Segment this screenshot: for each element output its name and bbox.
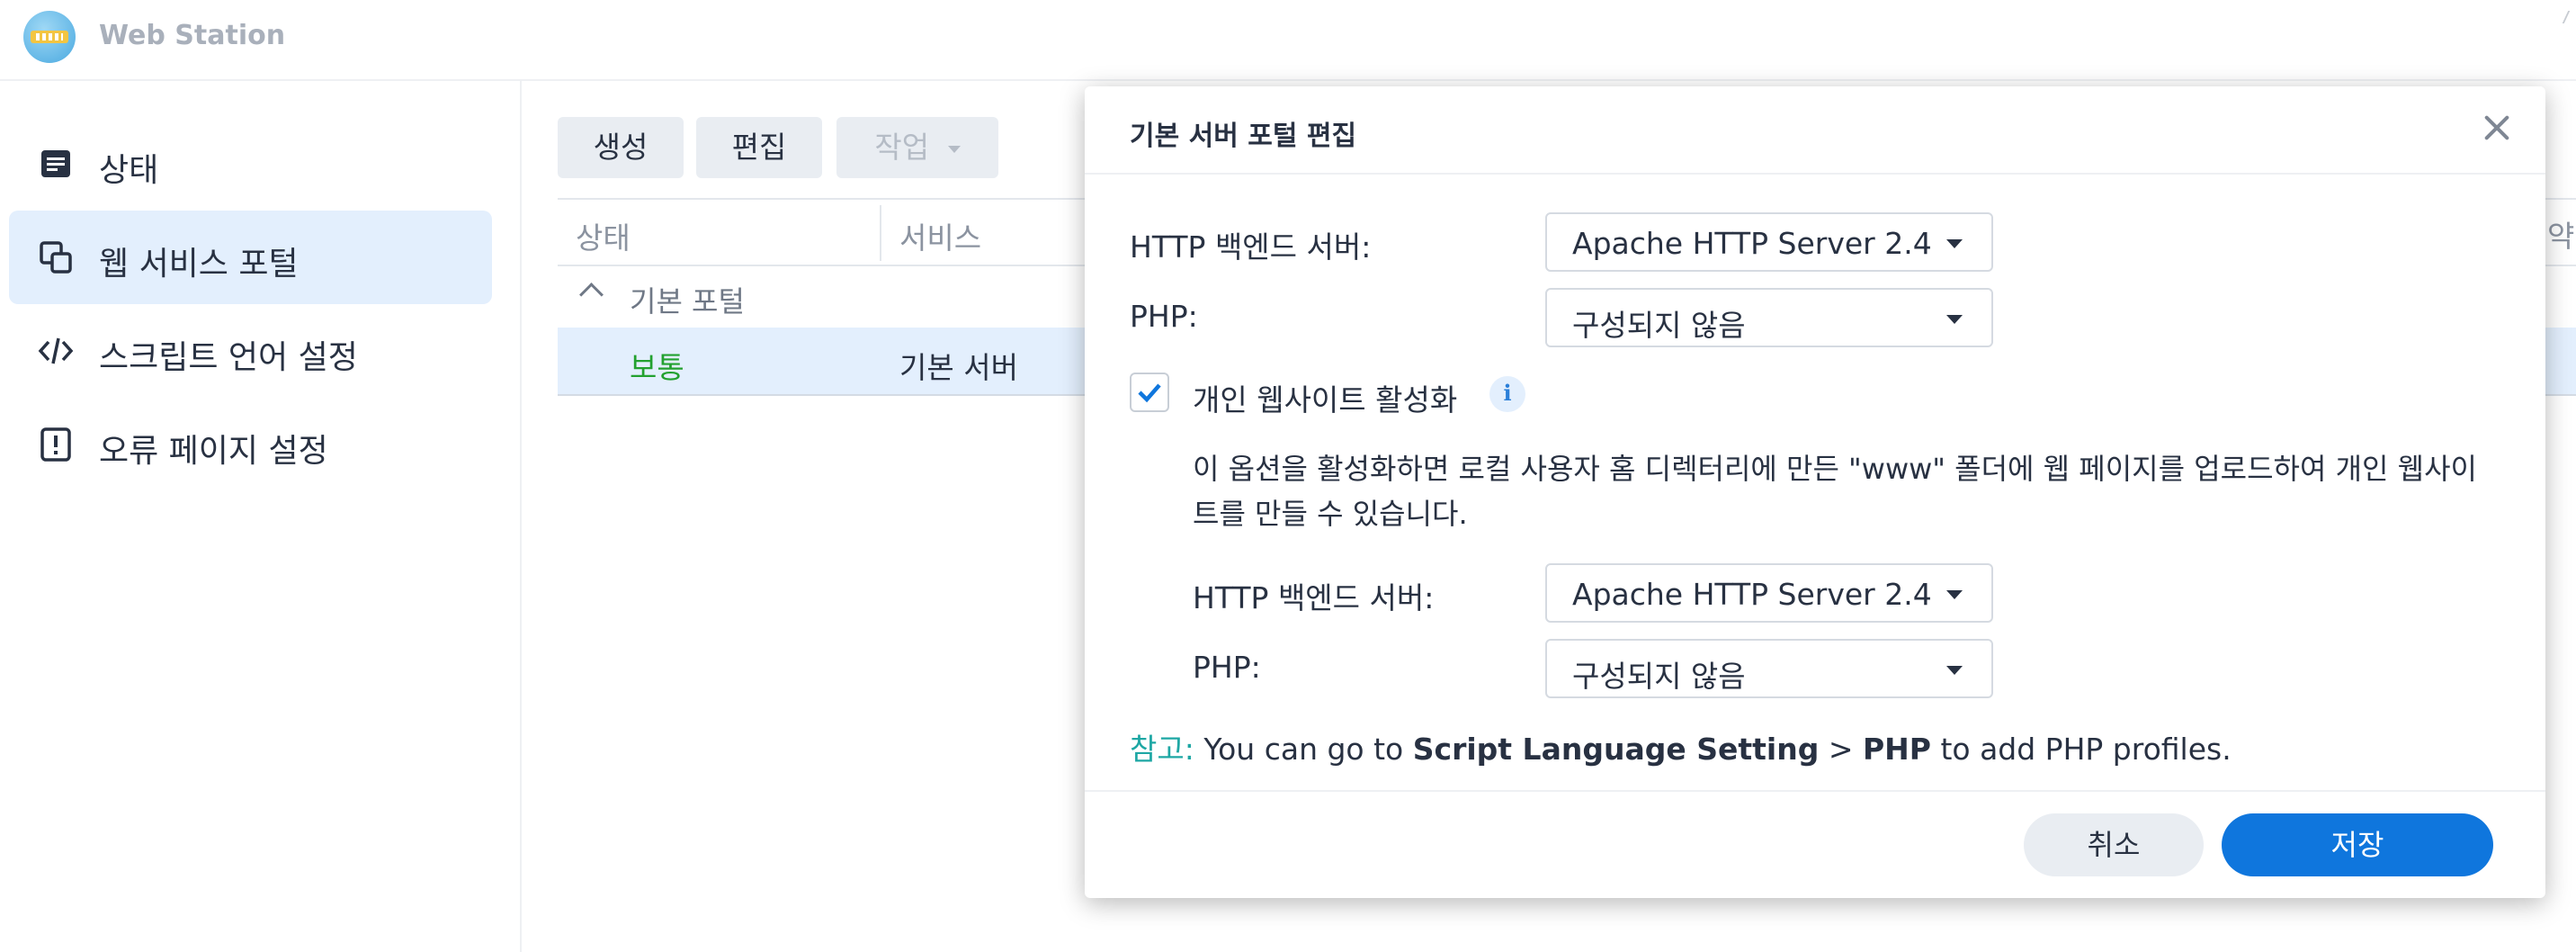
sidebar: 상태 웹 서비스 포털 스크립트 언어 설정 오류 페이지 설정 (0, 81, 522, 952)
status-cell: 보통 (630, 350, 684, 385)
personal-http-backend-label: HTTP 백엔드 서버: (1193, 580, 1435, 615)
sidebar-item-status[interactable]: 상태 (9, 117, 492, 211)
note-link-php: PHP (1862, 732, 1931, 767)
caret-down-icon (947, 145, 961, 153)
create-button[interactable]: 생성 (558, 117, 684, 178)
sidebar-item-script-language[interactable]: 스크립트 언어 설정 (9, 304, 492, 398)
title-bar: Web Station (0, 0, 2576, 81)
note-separator: > (1819, 732, 1863, 767)
dropdown-arrow-icon (1946, 239, 1963, 248)
edit-portal-dialog: 기본 서버 포털 편집 HTTP 백엔드 서버: Apache HTTP Ser… (1085, 86, 2545, 898)
php-select[interactable]: 구성되지 않음 (1545, 288, 1993, 347)
column-header-status[interactable]: 상태 (576, 214, 631, 257)
php-label: PHP: (1130, 299, 1198, 334)
note-part: to add PHP profiles. (1930, 732, 2232, 767)
personal-http-backend-value: Apache HTTP Server 2.4 (1572, 577, 1932, 612)
personal-website-description: 이 옵션을 활성화하면 로컬 사용자 홈 디렉터리에 만든 "www" 폴더에 … (1193, 452, 2477, 531)
code-icon (38, 337, 74, 364)
sidebar-item-label: 웹 서비스 포털 (99, 246, 299, 283)
service-cell: 기본 서버 (899, 350, 1018, 385)
status-icon (41, 150, 70, 177)
action-button[interactable]: 작업 (836, 117, 998, 178)
sidebar-item-web-portal[interactable]: 웹 서비스 포털 (9, 211, 492, 304)
checkmark-icon (1138, 383, 1161, 403)
dropdown-arrow-icon (1946, 590, 1963, 599)
dropdown-arrow-icon (1946, 666, 1963, 675)
dialog-header: 기본 서버 포털 편집 (1085, 86, 2545, 175)
http-backend-label: HTTP 백엔드 서버: (1130, 229, 1372, 265)
http-backend-select[interactable]: Apache HTTP Server 2.4 (1545, 212, 1993, 272)
column-divider[interactable] (880, 205, 881, 261)
sidebar-item-label: 스크립트 언어 설정 (99, 339, 358, 376)
sidebar-item-label: 상태 (99, 152, 159, 189)
note-link-script-language: Script Language Setting (1412, 732, 1820, 767)
edit-button[interactable]: 편집 (696, 117, 822, 178)
cancel-button[interactable]: 취소 (2024, 813, 2204, 876)
window-control-icon[interactable] (2562, 11, 2576, 23)
personal-php-label: PHP: (1193, 650, 1261, 685)
personal-http-backend-select[interactable]: Apache HTTP Server 2.4 (1545, 563, 1993, 623)
error-page-icon (40, 427, 71, 462)
column-header-partial: 약 (2547, 219, 2575, 254)
php-value: 구성되지 않음 (1572, 308, 1746, 343)
column-header-service[interactable]: 서비스 (899, 214, 981, 257)
dropdown-arrow-icon (1946, 315, 1963, 324)
app-title: Web Station (99, 20, 286, 51)
dialog-title: 기본 서버 포털 편집 (1130, 121, 1357, 152)
web-station-logo (23, 11, 76, 63)
note-part: You can go to (1194, 732, 1413, 767)
sidebar-item-error-page[interactable]: 오류 페이지 설정 (9, 398, 492, 491)
portal-icon (40, 241, 72, 274)
info-icon[interactable]: i (1489, 376, 1525, 412)
action-button-label: 작업 (874, 130, 930, 165)
close-icon[interactable] (2477, 108, 2517, 148)
sidebar-item-label: 오류 페이지 설정 (99, 433, 328, 470)
personal-website-checkbox[interactable] (1130, 373, 1169, 412)
personal-php-select[interactable]: 구성되지 않음 (1545, 639, 1993, 698)
save-button[interactable]: 저장 (2222, 813, 2493, 876)
personal-php-value: 구성되지 않음 (1572, 659, 1746, 694)
chevron-up-icon[interactable] (579, 283, 604, 307)
group-label: 기본 포털 (630, 284, 745, 319)
dialog-footer-divider (1085, 790, 2545, 792)
note-key: 참고: (1130, 732, 1194, 767)
personal-website-label[interactable]: 개인 웹사이트 활성화 (1193, 376, 1457, 419)
note-text: 참고: You can go to Script Language Settin… (1130, 725, 2232, 768)
http-backend-value: Apache HTTP Server 2.4 (1572, 226, 1932, 261)
